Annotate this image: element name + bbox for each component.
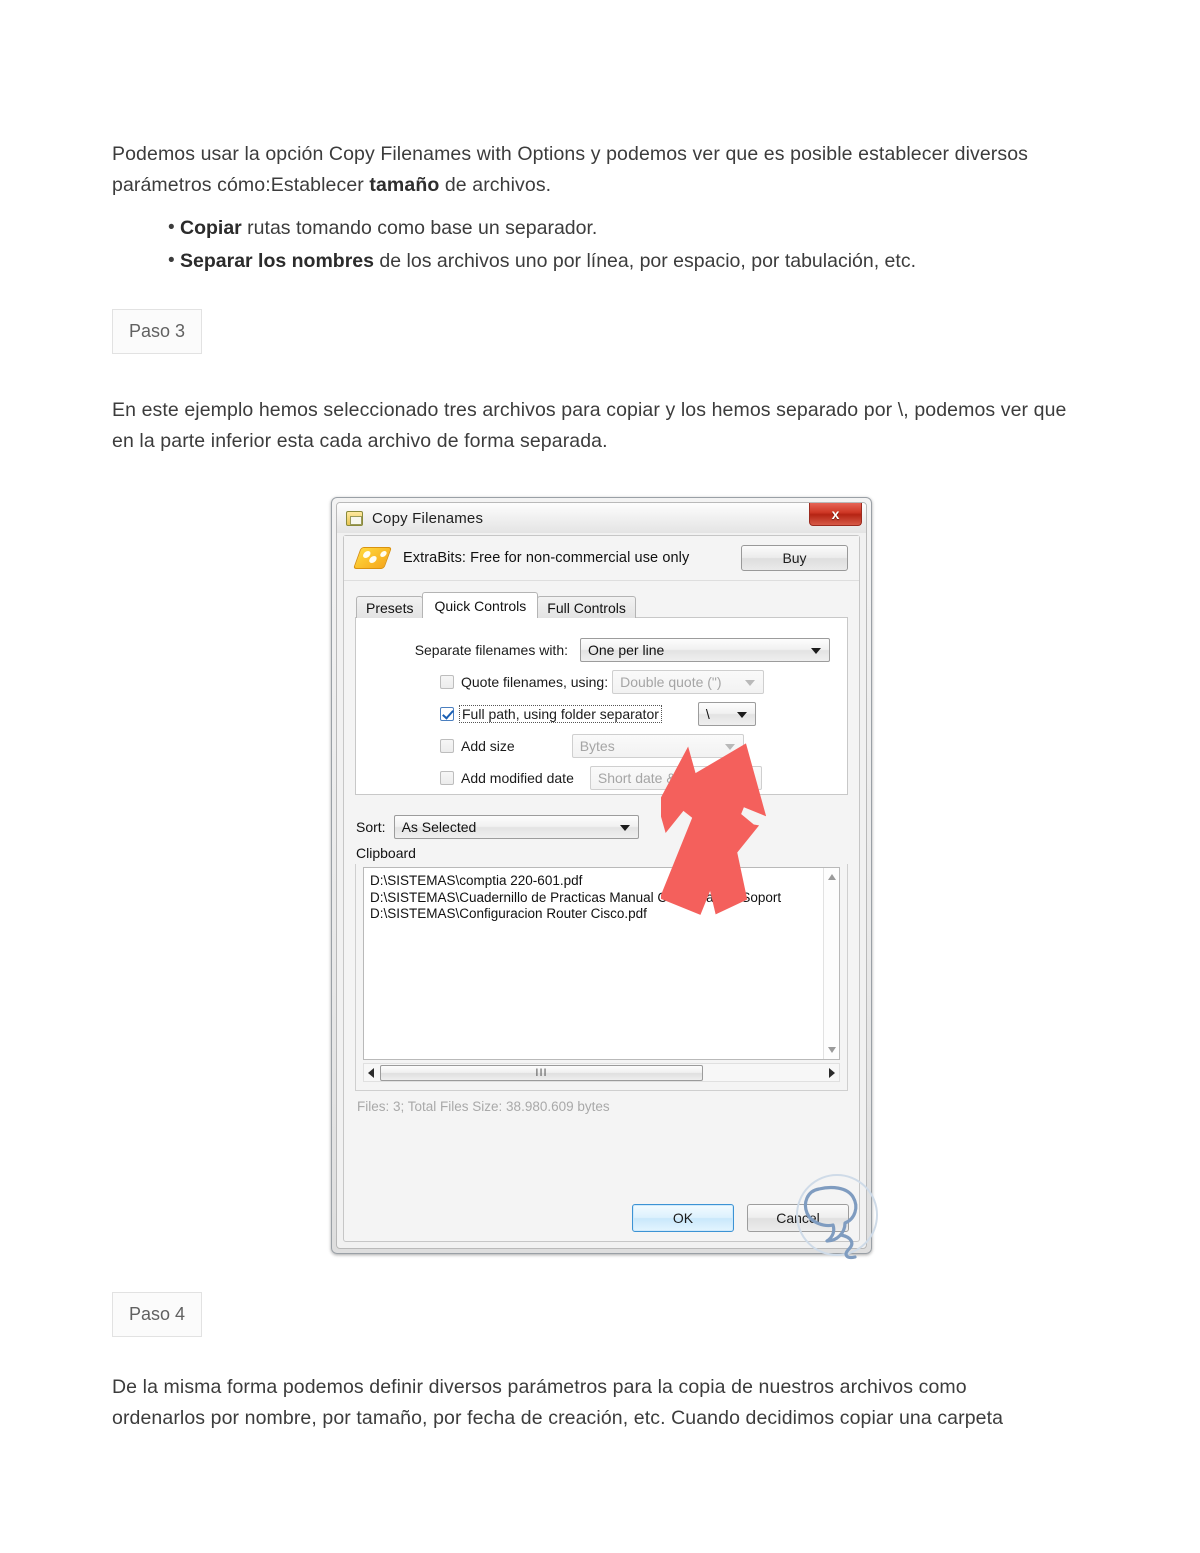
license-text: ExtraBits: Free for non-commercial use o…: [403, 550, 690, 566]
bullet-bold-1: Separar los nombres: [180, 250, 374, 272]
intro-text-part2: de archivos.: [439, 174, 552, 196]
add-modified-date-checkbox[interactable]: [440, 770, 454, 785]
application-icon: [346, 510, 363, 526]
size-unit-value: Bytes: [579, 737, 615, 754]
quick-controls-panel: Separate filenames with: One per line Qu…: [355, 617, 848, 795]
status-bar: Files: 3; Total Files Size: 38.980.609 b…: [357, 1099, 610, 1114]
chevron-down-icon: [724, 743, 735, 750]
paso-4-paragraph: De la misma forma podemos definir divers…: [112, 1376, 1004, 1429]
dialog-title: Copy Filenames: [372, 509, 484, 527]
dialog-inner-frame: Copy Filenames x ExtraBits: Free for non…: [336, 502, 867, 1249]
clipboard-vertical-scrollbar[interactable]: [823, 868, 839, 1059]
extrabits-logo-icon: [352, 547, 393, 569]
paso-4-label: Paso 4: [129, 1304, 186, 1324]
sort-row: Sort: As Selected: [356, 815, 859, 839]
chevron-down-icon: [736, 711, 747, 718]
quote-filenames-checkbox[interactable]: [440, 674, 454, 689]
tab-quick-controls[interactable]: Quick Controls: [422, 592, 539, 618]
clipboard-line: D:\SISTEMAS\Configuracion Router Cisco.p…: [370, 906, 647, 921]
bullet-rest-0: rutas tomando como base un separador.: [241, 217, 598, 239]
tab-presets-label: Presets: [366, 599, 414, 616]
add-modified-date-label: Add modified date: [461, 769, 574, 786]
full-path-checkbox[interactable]: [440, 706, 454, 721]
cancel-button[interactable]: Cancel: [747, 1204, 849, 1232]
folder-separator-select[interactable]: \: [697, 701, 756, 726]
date-format-value: Short date & time: [597, 769, 707, 786]
paso-3-label: Paso 3: [129, 321, 186, 341]
paso-3-paragraph: En este ejemplo hemos seleccionado tres …: [112, 399, 1067, 452]
dialog-titlebar: Copy Filenames x: [337, 503, 866, 533]
bullet-bold-0: Copiar: [180, 217, 242, 239]
copy-filenames-dialog: Copy Filenames x ExtraBits: Free for non…: [331, 497, 872, 1254]
chevron-down-icon: [811, 647, 821, 654]
row-separate-filenames: Separate filenames with: One per line: [356, 636, 847, 663]
size-unit-select[interactable]: Bytes: [571, 733, 744, 758]
buy-button[interactable]: Buy: [741, 545, 848, 571]
ok-button-label: OK: [672, 1210, 694, 1226]
tab-quick-controls-label: Quick Controls: [434, 597, 527, 614]
intro-paragraph: Podemos usar la opción Copy Filenames wi…: [112, 139, 1072, 201]
dialog-body: ExtraBits: Free for non-commercial use o…: [343, 535, 860, 1242]
clipboard-line: D:\SISTEMAS\Cuadernillo de Practicas Man…: [370, 889, 782, 905]
list-item: Separar los nombres de los archivos uno …: [112, 244, 1072, 278]
intro-text-part1: Podemos usar la opción Copy Filenames wi…: [112, 143, 1029, 196]
dialog-footer: OK Cancel: [344, 1204, 849, 1232]
options-rows: Separate filenames with: One per line Qu…: [356, 618, 847, 791]
bullet-list: Copiar rutas tomando como base un separa…: [112, 211, 1072, 278]
clipboard-group-label: Clipboard: [356, 845, 416, 861]
scroll-up-icon[interactable]: [828, 874, 836, 880]
row-quote-filenames: Quote filenames, using: Double quote ("): [356, 668, 847, 695]
paso-4-badge: Paso 4: [112, 1292, 203, 1337]
bullet-rest-1: de los archivos uno por línea, por espac…: [374, 250, 916, 272]
close-glyph: x: [831, 505, 840, 522]
quote-character-value: Double quote ("): [620, 673, 722, 690]
list-item: Copiar rutas tomando como base un separa…: [112, 211, 1072, 245]
scroll-left-icon[interactable]: [364, 1064, 378, 1081]
ok-button[interactable]: OK: [632, 1204, 734, 1232]
clipboard-lines: D:\SISTEMAS\comptia 220-601.pdf D:\SISTE…: [364, 868, 839, 928]
quote-character-select[interactable]: Double quote ("): [612, 669, 765, 694]
row-full-path: Full path, using folder separator \: [356, 700, 847, 727]
sort-value: As Selected: [401, 819, 477, 835]
tab-full-controls-label: Full Controls: [547, 599, 626, 616]
scroll-thumb-grip: III: [535, 1066, 548, 1079]
add-size-label: Add size: [461, 737, 515, 754]
chevron-down-icon: [742, 775, 753, 782]
separate-filenames-value: One per line: [588, 641, 665, 658]
tab-full-controls[interactable]: Full Controls: [537, 596, 636, 618]
full-path-label: Full path, using folder separator: [459, 704, 662, 723]
intro-bold-tamano: tamaño: [369, 174, 440, 196]
clipboard-group: D:\SISTEMAS\comptia 220-601.pdf D:\SISTE…: [355, 864, 848, 1091]
clipboard-textarea[interactable]: D:\SISTEMAS\comptia 220-601.pdf D:\SISTE…: [363, 867, 840, 1060]
quote-filenames-label: Quote filenames, using:: [461, 673, 609, 690]
separate-filenames-select[interactable]: One per line: [580, 637, 830, 662]
chevron-down-icon: [619, 825, 630, 831]
chevron-down-icon: [745, 679, 756, 686]
date-format-select[interactable]: Short date & time: [589, 765, 762, 790]
tab-strip: Presets Quick Controls Full Controls: [356, 592, 859, 618]
clipboard-horizontal-scrollbar[interactable]: III: [363, 1063, 840, 1082]
sort-label: Sort:: [356, 819, 386, 835]
clipboard-line: D:\SISTEMAS\comptia 220-601.pdf: [370, 873, 583, 888]
sort-select[interactable]: As Selected: [393, 815, 639, 839]
dialog-outer-frame: Copy Filenames x ExtraBits: Free for non…: [331, 497, 872, 1254]
row-add-modified-date: Add modified date Short date & time: [356, 764, 847, 791]
folder-separator-value: \: [705, 705, 710, 722]
scroll-right-icon[interactable]: [825, 1064, 839, 1081]
add-size-checkbox[interactable]: [440, 738, 454, 753]
cancel-button-label: Cancel: [776, 1210, 820, 1226]
license-banner: ExtraBits: Free for non-commercial use o…: [344, 536, 859, 581]
scroll-down-icon[interactable]: [828, 1047, 836, 1053]
separate-filenames-label: Separate filenames with:: [414, 641, 568, 658]
horizontal-scroll-thumb[interactable]: III: [380, 1064, 703, 1081]
close-icon[interactable]: x: [809, 503, 862, 526]
row-add-size: Add size Bytes: [356, 732, 847, 759]
paso-3-badge: Paso 3: [112, 309, 203, 354]
tab-presets[interactable]: Presets: [356, 596, 424, 618]
buy-button-label: Buy: [782, 550, 807, 566]
